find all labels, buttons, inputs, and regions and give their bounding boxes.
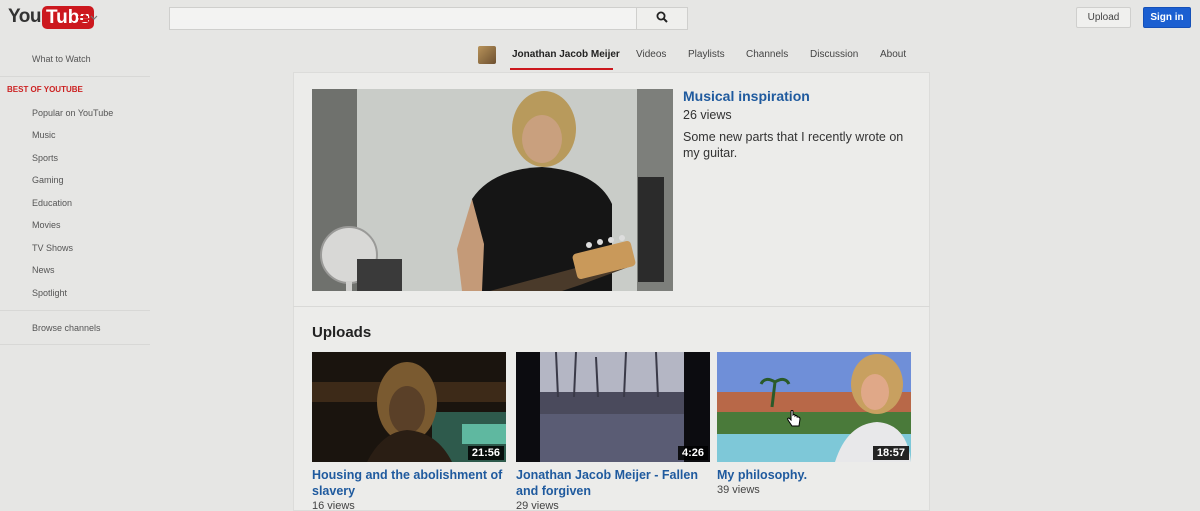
top-bar: You Tube Upload Sign in <box>0 0 1200 36</box>
upload-video-card[interactable]: 4:26 Jonathan Jacob Meijer - Fallen and … <box>516 352 710 511</box>
sidebar-item-browse-channels[interactable]: Browse channels <box>32 323 101 333</box>
video-views: 39 views <box>717 484 760 496</box>
sidebar-divider <box>0 76 150 77</box>
hand-cursor-icon <box>787 410 801 433</box>
sidebar-item-music[interactable]: Music <box>32 130 56 140</box>
featured-video-description: Some new parts that I recently wrote on … <box>683 130 904 160</box>
upload-video-card[interactable]: 21:56 Housing and the abolishment of sla… <box>312 352 506 511</box>
menu-icon[interactable] <box>78 10 98 24</box>
uploads-heading[interactable]: Uploads <box>312 324 371 341</box>
sidebar-item-gaming[interactable]: Gaming <box>32 175 64 185</box>
video-thumbnail[interactable]: 21:56 <box>312 352 506 462</box>
active-tab-indicator <box>510 68 613 70</box>
upload-button[interactable]: Upload <box>1076 7 1131 28</box>
sidebar-item-tv-shows[interactable]: TV Shows <box>32 243 73 253</box>
sidebar-item-popular[interactable]: Popular on YouTube <box>32 108 113 118</box>
tab-discussion[interactable]: Discussion <box>810 49 858 60</box>
tab-channel-home[interactable]: Jonathan Jacob Meijer <box>512 49 620 60</box>
sidebar-heading-best[interactable]: BEST OF YOUTUBE <box>7 85 83 94</box>
search-icon <box>656 10 668 28</box>
video-duration: 18:57 <box>872 446 909 460</box>
sidebar-item-movies[interactable]: Movies <box>32 220 61 230</box>
featured-video-title[interactable]: Musical inspiration <box>683 88 810 104</box>
sidebar-item-what-to-watch[interactable]: What to Watch <box>32 54 91 64</box>
video-thumbnail[interactable]: 18:57 <box>717 352 911 462</box>
logo-you-text: You <box>8 6 41 27</box>
tab-channels[interactable]: Channels <box>746 49 788 60</box>
video-views: 16 views <box>312 500 355 511</box>
sidebar-item-sports[interactable]: Sports <box>32 153 58 163</box>
video-title[interactable]: Jonathan Jacob Meijer - Fallen and forgi… <box>516 467 710 499</box>
featured-video-player[interactable] <box>312 89 673 291</box>
video-title[interactable]: Housing and the abolishment of slavery <box>312 467 506 499</box>
sidebar-item-education[interactable]: Education <box>32 198 72 208</box>
video-duration: 21:56 <box>467 446 504 460</box>
section-divider <box>293 306 930 307</box>
sign-in-button[interactable]: Sign in <box>1143 7 1191 28</box>
channel-avatar[interactable] <box>478 46 496 64</box>
video-duration: 4:26 <box>677 446 708 460</box>
sidebar-item-spotlight[interactable]: Spotlight <box>32 288 67 298</box>
search-input[interactable] <box>169 7 637 30</box>
tab-videos[interactable]: Videos <box>636 49 666 60</box>
search-button[interactable] <box>636 7 688 30</box>
sidebar-divider <box>0 344 150 345</box>
tab-playlists[interactable]: Playlists <box>688 49 725 60</box>
video-title[interactable]: My philosophy. <box>717 467 911 483</box>
upload-video-card[interactable]: 18:57 My philosophy. 39 views <box>717 352 911 496</box>
sidebar-item-news[interactable]: News <box>32 265 55 275</box>
featured-video-views: 26 views <box>683 108 732 122</box>
video-views: 29 views <box>516 500 559 511</box>
tab-about[interactable]: About <box>880 49 906 60</box>
video-thumbnail[interactable]: 4:26 <box>516 352 710 462</box>
sidebar-divider <box>0 310 150 311</box>
